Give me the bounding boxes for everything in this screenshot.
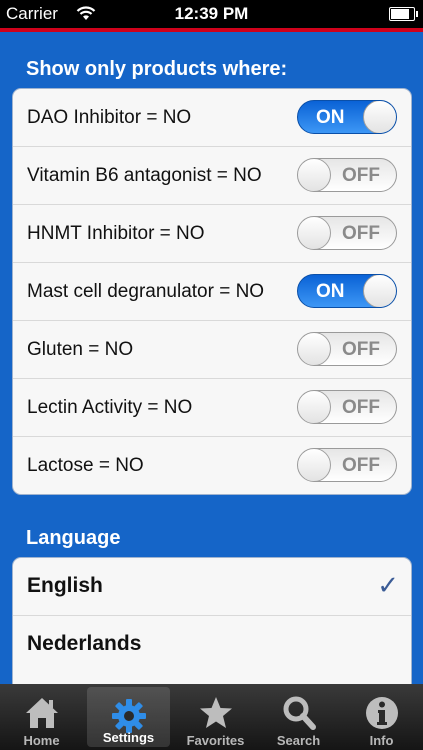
language-group: English ✓ Nederlands	[12, 557, 412, 699]
filter-label: Vitamin B6 antagonist = NO	[27, 164, 262, 186]
filter-label: Gluten = NO	[27, 338, 134, 360]
filter-row-hnmt: HNMT Inhibitor = NO OFF	[13, 205, 411, 263]
filter-toggle-lectin[interactable]: OFF	[297, 390, 397, 424]
filter-toggle-mast-cell[interactable]: ON	[297, 274, 397, 308]
toggle-knob	[298, 391, 331, 423]
filters-header: Show only products where:	[26, 58, 288, 80]
filter-label: Lactose = NO	[27, 454, 144, 476]
home-icon	[25, 698, 58, 728]
info-icon	[365, 697, 398, 729]
status-bar: Carrier 12:39 PM	[0, 0, 423, 28]
search-icon	[283, 696, 316, 730]
tab-info[interactable]: Info	[340, 684, 423, 750]
tab-search[interactable]: Search	[257, 684, 340, 750]
tab-label: Info	[369, 733, 394, 748]
filter-label: HNMT Inhibitor = NO	[27, 222, 205, 244]
tab-label: Home	[23, 733, 60, 748]
checkmark-icon: ✓	[377, 570, 399, 600]
filter-toggle-vitamin-b6[interactable]: OFF	[297, 158, 397, 192]
language-label: English	[27, 574, 103, 597]
filter-row-lectin: Lectin Activity = NO OFF	[13, 379, 411, 437]
filter-row-vitamin-b6: Vitamin B6 antagonist = NO OFF	[13, 147, 411, 205]
battery-level	[391, 9, 409, 19]
toggle-knob	[363, 101, 396, 133]
toggle-knob	[298, 449, 331, 481]
tab-settings[interactable]: Settings	[87, 687, 170, 747]
toggle-text: OFF	[342, 339, 380, 360]
toggle-knob	[298, 217, 331, 249]
filter-toggle-dao[interactable]: ON	[297, 100, 397, 134]
toggle-text: ON	[316, 281, 345, 302]
language-option-nederlands[interactable]: Nederlands	[13, 616, 411, 673]
toggle-text: ON	[316, 107, 345, 128]
filter-toggle-hnmt[interactable]: OFF	[297, 216, 397, 250]
toggle-knob	[298, 333, 331, 365]
filter-label: Mast cell degranulator = NO	[27, 280, 265, 302]
filter-label: DAO Inhibitor = NO	[27, 106, 192, 128]
tab-favorites[interactable]: Favorites	[174, 684, 257, 750]
filter-toggle-gluten[interactable]: OFF	[297, 332, 397, 366]
status-divider	[0, 28, 423, 32]
toggle-knob	[363, 275, 396, 307]
toggle-text: OFF	[342, 397, 380, 418]
filter-row-mast-cell: Mast cell degranulator = NO ON	[13, 263, 411, 321]
filter-row-gluten: Gluten = NO OFF	[13, 321, 411, 379]
toggle-text: OFF	[342, 165, 380, 186]
filter-toggle-lactose[interactable]: OFF	[297, 448, 397, 482]
toggle-text: OFF	[342, 223, 380, 244]
filters-group: DAO Inhibitor = NO ON Vitamin B6 antagon…	[12, 88, 412, 495]
battery-icon	[389, 7, 418, 21]
filter-row-dao: DAO Inhibitor = NO ON	[13, 89, 411, 147]
language-option-english[interactable]: English ✓	[13, 558, 411, 616]
tab-label: Favorites	[186, 733, 245, 748]
tab-label: Search	[276, 733, 321, 748]
clock: 12:39 PM	[174, 4, 249, 23]
language-header: Language	[26, 527, 121, 549]
filter-row-lactose: Lactose = NO OFF	[13, 437, 411, 494]
star-icon	[199, 697, 232, 728]
filter-label: Lectin Activity = NO	[27, 396, 193, 418]
tab-bar: Home Settings Favorites Search Info	[0, 684, 423, 750]
tab-label: Settings	[102, 730, 155, 745]
language-label: Nederlands	[27, 632, 142, 655]
tab-home[interactable]: Home	[0, 684, 83, 750]
toggle-text: OFF	[342, 455, 380, 476]
toggle-knob	[298, 159, 331, 191]
